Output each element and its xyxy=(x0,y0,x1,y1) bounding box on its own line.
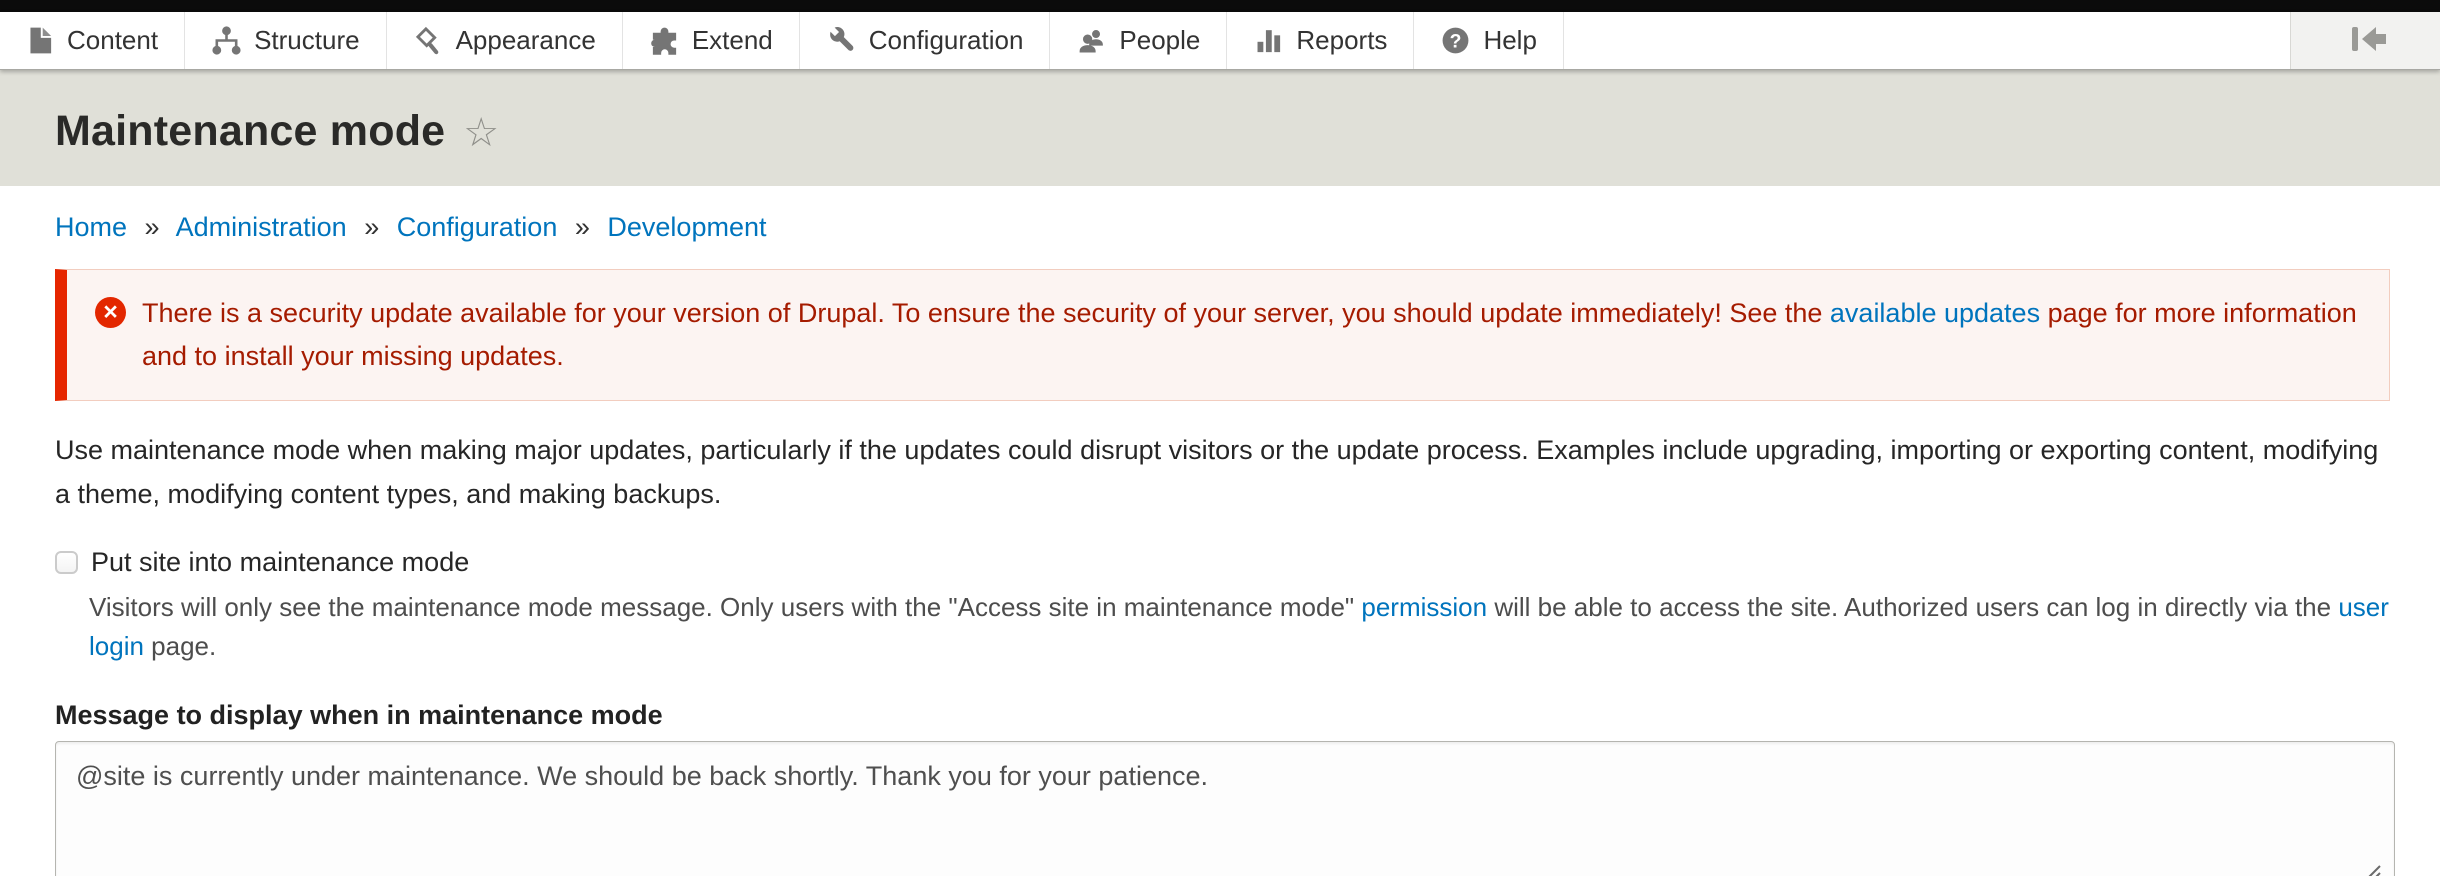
sitemap-icon xyxy=(211,25,242,56)
paintbrush-icon xyxy=(413,25,444,56)
permission-link[interactable]: permission xyxy=(1361,592,1487,622)
maintenance-mode-description: Visitors will only see the maintenance m… xyxy=(89,588,2390,666)
toolbar-item-label: Structure xyxy=(254,25,360,56)
available-updates-link[interactable]: available updates xyxy=(1830,298,2040,328)
toolbar-item-label: People xyxy=(1119,25,1200,56)
breadcrumb: Home » Administration » Configuration » … xyxy=(55,212,2390,243)
toolbar-item-people[interactable]: People xyxy=(1050,12,1227,69)
toolbar-item-label: Configuration xyxy=(869,25,1024,56)
toolbar-item-label: Reports xyxy=(1296,25,1387,56)
toolbar-item-label: Content xyxy=(67,25,158,56)
page-header: Maintenance mode xyxy=(0,70,2440,186)
intro-paragraph: Use maintenance mode when making major u… xyxy=(55,429,2385,516)
toolbar-item-structure[interactable]: Structure xyxy=(185,12,387,69)
file-icon xyxy=(24,25,55,56)
bar-chart-icon xyxy=(1253,25,1284,56)
people-icon xyxy=(1076,25,1107,56)
message-textarea-wrap: @site is currently under maintenance. We… xyxy=(55,741,2390,876)
toolbar-item-reports[interactable]: Reports xyxy=(1227,12,1414,69)
error-x-icon xyxy=(95,297,126,328)
description-text: Visitors will only see the maintenance m… xyxy=(89,592,1361,622)
error-message: There is a security update available for… xyxy=(55,269,2390,401)
maintenance-mode-checkbox[interactable] xyxy=(55,551,78,574)
maintenance-mode-checkbox-row: Put site into maintenance mode xyxy=(55,547,2390,578)
toolbar-item-extend[interactable]: Extend xyxy=(623,12,800,69)
toolbar-collapse-button[interactable] xyxy=(2290,12,2440,69)
description-text: will be able to access the site. Authori… xyxy=(1487,592,2338,622)
toolbar-item-appearance[interactable]: Appearance xyxy=(387,12,623,69)
error-text-before-link: There is a security update available for… xyxy=(142,298,1830,328)
breadcrumb-separator: » xyxy=(575,212,590,242)
breadcrumb-link-configuration[interactable]: Configuration xyxy=(397,212,558,242)
puzzle-icon xyxy=(649,25,680,56)
maintenance-message-textarea[interactable]: @site is currently under maintenance. We… xyxy=(55,741,2395,876)
breadcrumb-separator: » xyxy=(145,212,160,242)
top-black-bar xyxy=(0,0,2440,12)
toolbar-item-content[interactable]: Content xyxy=(0,12,185,69)
toolbar-item-label: Help xyxy=(1483,25,1536,56)
star-outline-icon[interactable] xyxy=(463,113,499,153)
breadcrumb-separator: » xyxy=(364,212,379,242)
toolbar-item-label: Appearance xyxy=(456,25,596,56)
breadcrumb-link-home[interactable]: Home xyxy=(55,212,127,242)
message-field-label: Message to display when in maintenance m… xyxy=(55,700,2390,731)
toolbar-item-label: Extend xyxy=(692,25,773,56)
maintenance-mode-checkbox-label[interactable]: Put site into maintenance mode xyxy=(91,547,469,578)
breadcrumb-link-development[interactable]: Development xyxy=(607,212,766,242)
error-message-text: There is a security update available for… xyxy=(142,292,2361,378)
admin-toolbar: Content Structure Appearance Extend Conf… xyxy=(0,12,2440,70)
toolbar-collapse-icon xyxy=(2338,21,2394,60)
wrench-icon xyxy=(826,25,857,56)
svg-text:?: ? xyxy=(1450,31,1462,53)
toolbar-spacer xyxy=(1564,12,2290,69)
toolbar-item-help[interactable]: ? Help xyxy=(1414,12,1563,69)
breadcrumb-link-administration[interactable]: Administration xyxy=(176,212,347,242)
help-icon: ? xyxy=(1440,25,1471,56)
toolbar-item-configuration[interactable]: Configuration xyxy=(800,12,1051,69)
description-text: page. xyxy=(144,631,216,661)
main-content: Home » Administration » Configuration » … xyxy=(0,212,2440,876)
page-title: Maintenance mode xyxy=(55,107,445,156)
